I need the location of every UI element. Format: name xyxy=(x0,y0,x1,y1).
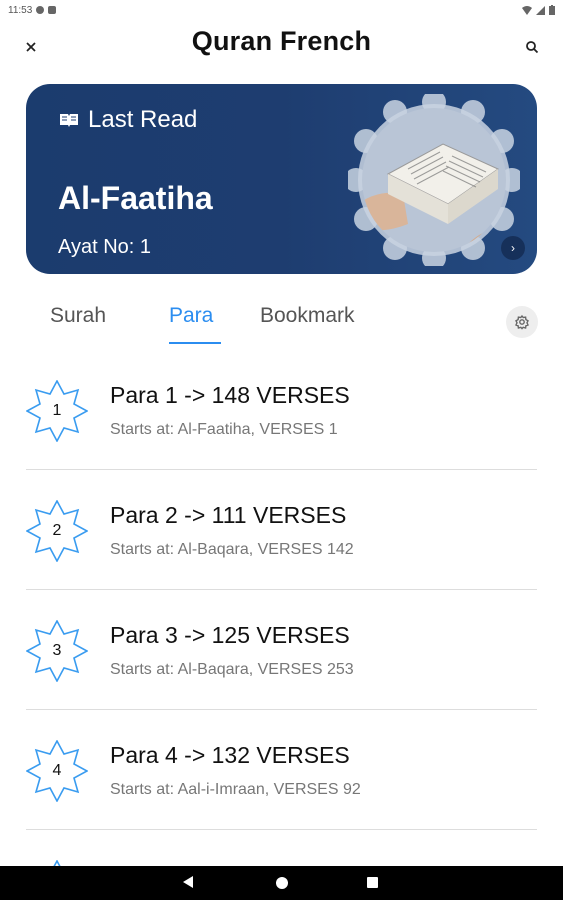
list-item[interactable]: 2 Para 2 -> 111 VERSES Starts at: Al-Baq… xyxy=(0,470,563,590)
para-starts-at: Starts at: Al-Baqara, VERSES 253 xyxy=(110,661,354,678)
last-read-card[interactable]: Last Read Al-Faatiha Ayat No: 1 › xyxy=(26,84,537,274)
notification-icon xyxy=(36,6,45,14)
para-title: Para 2 -> 111 VERSES xyxy=(110,502,347,528)
list-item[interactable]: 1 Para 1 -> 148 VERSES Starts at: Al-Faa… xyxy=(0,350,563,470)
active-tab-indicator xyxy=(169,342,221,344)
status-left: 11:53 xyxy=(8,4,57,16)
last-read-surah: Al-Faatiha xyxy=(58,180,213,216)
recent-apps-button[interactable] xyxy=(367,877,378,888)
tab-bookmark[interactable]: Bookmark xyxy=(260,304,355,328)
para-title: Para 3 -> 125 VERSES xyxy=(110,622,350,648)
last-read-label-row: Last Read xyxy=(58,106,197,134)
quran-book-illustration xyxy=(348,94,520,266)
wifi-icon xyxy=(522,5,532,15)
para-starts-at: Starts at: Aal-i-Imraan, VERSES 92 xyxy=(110,781,361,798)
home-button[interactable] xyxy=(276,877,288,889)
para-starts-at: Starts at: Al-Faatiha, VERSES 1 xyxy=(110,421,338,438)
para-number: 3 xyxy=(52,642,62,659)
back-button[interactable] xyxy=(183,876,193,888)
list-item-partial[interactable] xyxy=(0,830,563,866)
page-title: Quran French xyxy=(191,26,372,56)
para-title: Para 1 -> 148 VERSES xyxy=(110,382,350,408)
last-read-open-button[interactable]: › xyxy=(501,236,525,260)
gear-icon xyxy=(515,314,529,330)
last-read-ayat: Ayat No: 1 xyxy=(58,236,152,258)
para-number: 4 xyxy=(52,762,62,779)
para-number: 2 xyxy=(52,522,62,539)
list-item[interactable]: 3 Para 3 -> 125 VERSES Starts at: Al-Baq… xyxy=(0,590,563,710)
book-icon xyxy=(60,114,78,127)
status-time: 11:53 xyxy=(8,4,33,16)
sim-icon xyxy=(48,6,57,14)
settings-button[interactable] xyxy=(506,306,538,338)
search-icon xyxy=(526,41,539,54)
list-item[interactable]: 4 Para 4 -> 132 VERSES Starts at: Aal-i-… xyxy=(0,710,563,830)
system-nav-bar xyxy=(0,866,563,900)
tab-surah[interactable]: Surah xyxy=(50,304,106,328)
status-bar: 11:53 xyxy=(0,0,563,20)
app-bar: Quran French xyxy=(0,22,563,70)
para-starts-at: Starts at: Al-Baqara, VERSES 142 xyxy=(110,541,354,558)
tab-bar: Surah Para Bookmark xyxy=(0,294,563,350)
last-read-label: Last Read xyxy=(88,106,198,133)
tab-para[interactable]: Para xyxy=(169,304,213,328)
search-button[interactable] xyxy=(521,36,543,58)
status-right xyxy=(522,5,555,15)
battery-icon xyxy=(549,5,555,15)
para-title: Para 4 -> 132 VERSES xyxy=(110,742,350,768)
para-number: 1 xyxy=(52,402,62,419)
signal-icon xyxy=(536,5,545,15)
